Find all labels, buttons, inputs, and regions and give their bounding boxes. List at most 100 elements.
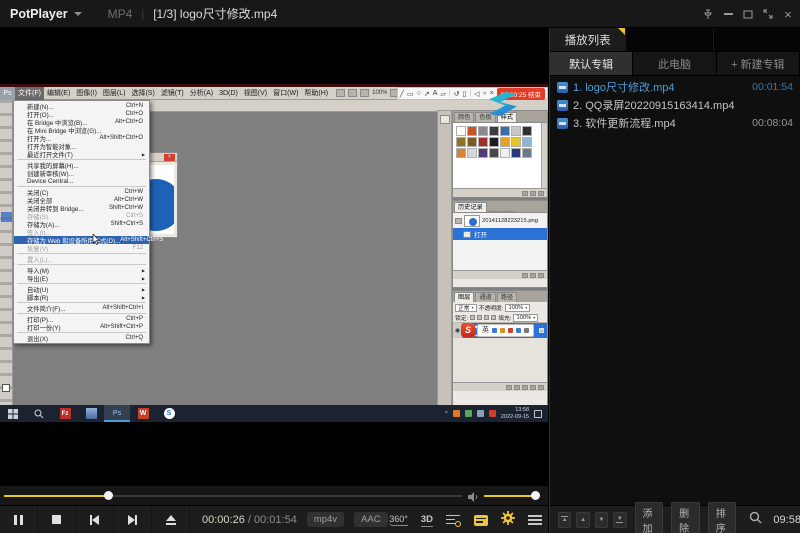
next-button[interactable] [114, 506, 152, 533]
video-notification-icon [534, 410, 542, 418]
stop-button[interactable] [38, 506, 76, 533]
video-ps-bridge-icon [336, 89, 345, 97]
video-ps-view-extras-icon [360, 89, 369, 97]
playlist-items: 1. logo尺寸修改.mp4 00:01:54 2. QQ录屏20220915… [550, 76, 800, 132]
video-ps-menu-item: 滤镜(T) [158, 87, 187, 100]
video-ps-menus: 文件(F)编辑(E)图像(I)图层(L)选择(S)滤镜(T)分析(A)3D(D)… [15, 87, 331, 100]
video-ps-menu-item: 3D(D) [216, 87, 241, 100]
video-ps-panel-tab: 通道 [475, 292, 495, 302]
previous-button[interactable] [76, 506, 114, 533]
video-ps-fill-value: 100% [516, 315, 531, 321]
video-ps-history-step-label: 打开 [474, 229, 487, 239]
video-recorder-tool-icon: × [490, 90, 494, 97]
video-ps-style-swatch [500, 148, 510, 158]
move-up-button[interactable]: ▲ [576, 512, 589, 528]
sort-button[interactable]: 排序 [708, 502, 737, 533]
video-recorder-tools: ╱▭○↗A▱|↺▯|◁●× [400, 90, 494, 98]
pause-button[interactable] [0, 506, 38, 533]
open-file-button[interactable] [152, 506, 190, 533]
video-ps-style-swatch [511, 126, 521, 136]
video-surface[interactable]: Ps 文件(F)编辑(E)图像(I)图层(L)选择(S)滤镜(T)分析(A)3D… [0, 28, 548, 486]
video-ps-menu-item-shortcut: Ctrl+N [126, 103, 143, 109]
video-ps-history-snapshot: 20141128223215.png [453, 213, 547, 228]
video-recorder-tool-icon: ↗ [424, 90, 430, 98]
playlist-item-title: 2. QQ录屏20220915163414.mp4 [573, 97, 788, 113]
seek-thumb[interactable] [104, 491, 113, 500]
audio-codec-badge: AAC [354, 512, 388, 527]
time-divider: / [245, 514, 254, 526]
video-ps-zoom-level: 100% [372, 90, 387, 96]
subtitle-search-icon[interactable] [446, 514, 461, 527]
video-ps-style-swatches [453, 122, 547, 188]
playlist-item[interactable]: 1. logo尺寸修改.mp4 00:01:54 [550, 78, 800, 96]
video-ps-layer-lock-icon [539, 328, 544, 333]
video-recorder-tool-icon: | [469, 90, 471, 97]
fullscreen-button[interactable] [758, 0, 778, 28]
video-taskbar-clock: 13:58 2022-09-15 [501, 407, 529, 420]
video-file-icon [557, 100, 568, 111]
volume-thumb[interactable] [531, 491, 540, 500]
pin-icon[interactable] [698, 0, 718, 28]
video-ps-style-swatch [467, 148, 477, 158]
video-ps-menu-item-shortcut: Alt+Shift+Ctrl+O [99, 135, 143, 141]
subtitle-icon[interactable] [474, 515, 488, 526]
titlebar[interactable]: PotPlayer MP4 | [1/3] logo尺寸修改.mp4 × [0, 0, 800, 28]
menu-hamburger-icon[interactable] [528, 515, 542, 525]
video-ps-menu-item-shortcut: Ctrl+S [126, 213, 143, 219]
video-recorder-tool-icon: A [433, 90, 438, 97]
video-ps-file-menu: 新建(N)... Ctrl+N 打开(O)... Ctrl+O 在 Bridge… [13, 100, 150, 344]
playlist-search-icon[interactable] [749, 511, 762, 529]
playlist-item[interactable]: 3. 软件更新流程.mp4 00:08:04 [550, 114, 800, 132]
seek-row [0, 486, 548, 505]
delete-button[interactable]: 删除 [671, 502, 700, 533]
video-ps-menu-item-shortcut: Shift+Ctrl+W [109, 205, 143, 211]
app-name[interactable]: PotPlayer [10, 7, 68, 21]
time-display: 00:00:26 / 00:01:54 [202, 514, 297, 526]
video-ps-history-panel: 历史记录 20141128223215.png [452, 200, 548, 288]
video-windows-taskbar: Fz Ps W S ^ 13:58 2022-09-15 [0, 405, 548, 422]
video-ps-color-chip [2, 384, 10, 392]
playlist-album-tab[interactable]: + 新建专辑 [717, 52, 800, 75]
video-ime-keyboard-icon [516, 328, 521, 333]
volume-bar[interactable] [484, 495, 538, 497]
video-file-icon [557, 118, 568, 129]
video-recorder-tool-icon: | [449, 90, 451, 97]
move-down-button[interactable]: ▼ [595, 512, 608, 528]
video-ime-toolbar: S 英 [461, 323, 534, 337]
video-recorder-tool-icon: ◁ [474, 90, 479, 98]
playlist-album-tab[interactable]: 默认专辑 [550, 52, 633, 75]
video-ps-fill-select: 100% ▾ [513, 314, 538, 322]
view-3d-button[interactable]: 3D [421, 514, 433, 527]
video-ps-menu-item-shortcut: Ctrl+W [125, 189, 144, 195]
video-recorder-tool-icon: ▱ [440, 90, 445, 98]
video-ps-style-swatch [489, 137, 499, 147]
app-menu-chevron-icon[interactable] [74, 12, 82, 16]
video-ps-style-swatch [478, 137, 488, 147]
playlist-tab[interactable]: 播放列表 [550, 28, 625, 51]
seek-bar[interactable] [4, 495, 462, 497]
move-bottom-button[interactable]: ▼ [613, 512, 626, 528]
video-ps-history-body: 20141128223215.png 打开 [453, 212, 547, 270]
video-ps-snapshot-icon [455, 218, 462, 224]
video-filezilla-icon: Fz [52, 405, 78, 422]
video-ps-submenu-arrow-icon: ▶ [142, 268, 145, 273]
playlist-album-tab[interactable]: 此电脑 [633, 52, 716, 75]
add-button[interactable]: 添加 [635, 502, 664, 533]
view-360-button[interactable]: 360° [389, 514, 408, 526]
playlist-album-tabs: 默认专辑此电脑+ 新建专辑 [550, 52, 800, 76]
close-button[interactable]: × [778, 0, 798, 28]
video-ime-mode: 英 [482, 325, 489, 335]
maximize-button[interactable] [738, 0, 758, 28]
video-ps-minibridge-icon [348, 89, 357, 97]
settings-gear-icon[interactable] [501, 511, 515, 530]
video-ime-bar: 英 [477, 324, 534, 337]
move-top-button[interactable]: ▲ [558, 512, 571, 528]
video-ps-collapsed-panel-icon [440, 115, 450, 124]
minimize-button[interactable] [718, 0, 738, 28]
titlebar-divider: | [141, 8, 144, 20]
playlist-item[interactable]: 2. QQ录屏20220915163414.mp4 [550, 96, 800, 114]
video-ps-panel-tab: 历史记录 [454, 202, 487, 212]
video-ps-lock-row: 锁定: 填充: 100% ▾ [453, 313, 547, 323]
video-ps-menu-item: 分析(A) [187, 87, 216, 100]
video-ps-style-swatch [456, 126, 466, 136]
